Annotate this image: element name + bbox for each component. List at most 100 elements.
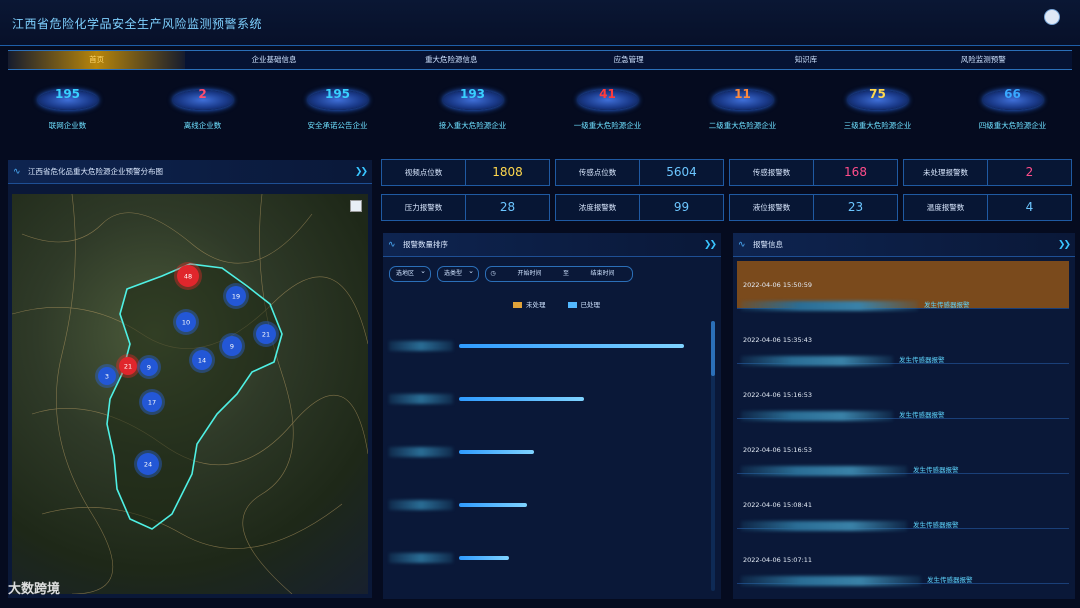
stat-card[interactable]: 41 一级重大危险源企业: [540, 82, 675, 137]
metric-label: 浓度报警数: [556, 195, 640, 220]
metric-card[interactable]: 未处理报警数 2: [903, 159, 1072, 186]
nav-knowledge[interactable]: 知识库: [717, 51, 894, 69]
province-map[interactable]: 48 19 10 21 9 14 21 9 3 17 24: [12, 194, 368, 594]
region-select[interactable]: 选地区: [389, 264, 431, 282]
bar-handled: [459, 397, 584, 401]
bar-label-redacted: [389, 500, 453, 510]
pulse-icon: ∿: [388, 240, 396, 250]
map-cluster-marker[interactable]: 9: [137, 355, 161, 379]
alarm-item[interactable]: 2022-04-06 15:35:43 发生传感器报警: [737, 316, 1069, 366]
metric-card[interactable]: 液位报警数 23: [729, 194, 898, 221]
double-chevron-icon[interactable]: ❯❯: [704, 233, 717, 257]
metric-value: 5604: [666, 165, 697, 179]
cluster-count: 9: [147, 364, 151, 372]
stat-value: 195: [324, 87, 351, 101]
alarm-enterprise-redacted: [741, 521, 907, 531]
metric-label: 视频点位数: [382, 160, 466, 185]
map-cluster-marker[interactable]: 3: [95, 364, 119, 388]
alarm-enterprise-redacted: [741, 356, 893, 366]
stat-value: 11: [734, 87, 751, 101]
metric-label: 压力报警数: [382, 195, 466, 220]
map-cluster-marker[interactable]: 14: [189, 347, 215, 373]
ranking-bar-row[interactable]: [389, 500, 689, 510]
type-select[interactable]: 选类型: [437, 264, 479, 282]
nav-risk-warning[interactable]: 风险监测预警: [895, 51, 1072, 69]
fullscreen-button[interactable]: [350, 200, 362, 212]
stat-value: 2: [198, 87, 207, 101]
alarm-message: 发生传感器报警: [913, 521, 959, 529]
cluster-count: 3: [105, 373, 109, 381]
bar-handled: [459, 450, 534, 454]
alarm-time: 2022-04-06 15:16:53: [743, 446, 813, 454]
alarm-time: 2022-04-06 15:16:53: [743, 391, 813, 399]
ranking-bar-row[interactable]: [389, 447, 689, 457]
alarm-item[interactable]: 2022-04-06 15:16:53 发生传感器报警: [737, 426, 1069, 476]
date-start[interactable]: 开始时间: [500, 267, 559, 281]
map-cluster-marker[interactable]: 24: [134, 450, 162, 478]
ranking-scrollbar[interactable]: [711, 321, 715, 591]
ranking-bar-row[interactable]: [389, 553, 689, 563]
metric-label: 传感点位数: [556, 160, 640, 185]
ranking-bar-row[interactable]: [389, 394, 689, 404]
metric-label: 液位报警数: [730, 195, 814, 220]
map-cluster-marker[interactable]: 10: [173, 309, 199, 335]
metric-card[interactable]: 温度报警数 4: [903, 194, 1072, 221]
nav-home[interactable]: 首页: [8, 51, 186, 69]
bar-label-redacted: [389, 394, 453, 404]
alarm-enterprise-redacted: [741, 301, 918, 311]
alarm-message: 发生传感器报警: [899, 411, 945, 419]
nav-hazard-source[interactable]: 重大危险源信息: [363, 51, 540, 69]
map-cluster-marker[interactable]: 21: [253, 321, 279, 347]
map-cluster-marker[interactable]: 48: [174, 262, 202, 290]
legend-unhandled: 未处理: [513, 299, 546, 309]
avatar[interactable]: [1044, 9, 1060, 25]
bar-label-redacted: [389, 341, 453, 351]
nav-emergency[interactable]: 应急管理: [540, 51, 717, 69]
nav-enterprise-info[interactable]: 企业基础信息: [185, 51, 362, 69]
date-separator: 至: [562, 270, 569, 277]
alarm-item[interactable]: 2022-04-06 15:08:41 发生传感器报警: [737, 481, 1069, 531]
metric-label: 温度报警数: [904, 195, 988, 220]
map-cluster-marker[interactable]: 19: [223, 283, 249, 309]
bar-label-redacted: [389, 553, 453, 563]
clock-icon: ◷: [490, 270, 496, 277]
stat-card[interactable]: 11 二级重大危险源企业: [675, 82, 810, 137]
double-chevron-icon[interactable]: ❯❯: [355, 160, 368, 184]
alarm-item[interactable]: 2022-04-06 15:07:11 发生传感器报警: [737, 536, 1069, 586]
alarm-item[interactable]: 2022-04-06 15:16:53 发生传感器报警: [737, 371, 1069, 421]
map-cluster-marker[interactable]: 17: [139, 389, 165, 415]
alarm-info-panel: ∿ 报警信息 ❯❯ 2022-04-06 15:50:59 发生传感器报警 2022…: [733, 233, 1075, 599]
map-cluster-marker[interactable]: 9: [219, 333, 245, 359]
stat-card[interactable]: 75 三级重大危险源企业: [810, 82, 945, 137]
double-chevron-icon[interactable]: ❯❯: [1058, 233, 1071, 257]
ranking-bar-row[interactable]: [389, 341, 689, 351]
date-end[interactable]: 结束时间: [573, 267, 632, 281]
date-range-picker[interactable]: ◷ 开始时间 至 结束时间: [485, 266, 633, 282]
scroll-thumb[interactable]: [711, 321, 715, 376]
alarm-message: 发生传感器报警: [913, 466, 959, 474]
map-panel: ∿ 江西省危化品重大危险源企业预警分布图 ❯❯ 48 19 10 21 9 14 21 9 3 1…: [8, 160, 372, 598]
metrics-grid: 视频点位数 1808 传感点位数 5604 传感报警数 168 未处理报警数 2 压力报警数 28…: [381, 159, 1074, 223]
stat-card[interactable]: 2 离线企业数: [135, 82, 270, 137]
metric-card[interactable]: 传感点位数 5604: [555, 159, 724, 186]
cluster-count: 21: [262, 331, 270, 339]
stats-row: 195 联网企业数 2 离线企业数 195 安全承诺公告企业 193 接入重大危险源企业 41 一…: [0, 82, 1080, 137]
metric-label: 未处理报警数: [904, 160, 988, 185]
metric-card[interactable]: 压力报警数 28: [381, 194, 550, 221]
stat-card[interactable]: 66 四级重大危险源企业: [945, 82, 1080, 137]
stat-card[interactable]: 195 安全承诺公告企业: [270, 82, 405, 137]
metric-card[interactable]: 浓度报警数 99: [555, 194, 724, 221]
alarm-message: 发生传感器报警: [899, 356, 945, 364]
stat-label: 二级重大危险源企业: [708, 121, 777, 130]
watermark-text: 大数跨境: [8, 582, 61, 597]
metric-card[interactable]: 传感报警数 168: [729, 159, 898, 186]
stat-card[interactable]: 193 接入重大危险源企业: [405, 82, 540, 137]
app-header: 江西省危险化学品安全生产风险监测预警系统: [0, 0, 1080, 46]
metric-card[interactable]: 视频点位数 1808: [381, 159, 550, 186]
alarm-item[interactable]: 2022-04-06 15:50:59 发生传感器报警: [737, 261, 1069, 311]
alarm-enterprise-redacted: [741, 411, 893, 421]
map-panel-header: ∿ 江西省危化品重大危险源企业预警分布图 ❯❯: [8, 160, 372, 184]
map-cluster-marker[interactable]: 21: [116, 354, 140, 378]
legend-handled: 已处理: [567, 299, 600, 309]
stat-card[interactable]: 195 联网企业数: [0, 82, 135, 137]
